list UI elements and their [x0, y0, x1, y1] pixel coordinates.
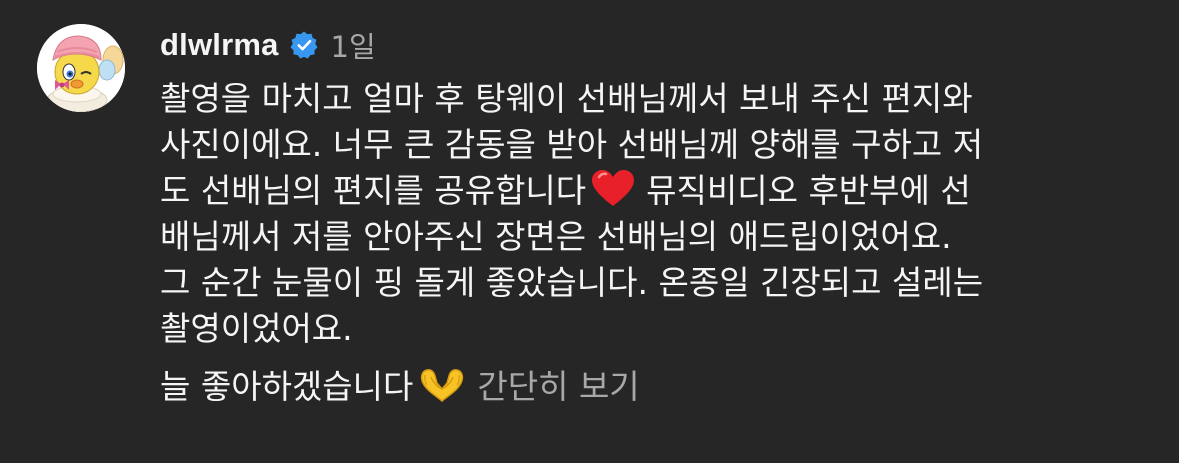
caption-closing-line: 늘 좋아하겠습니다 간단히 보기	[160, 364, 1160, 410]
caption-line: 그 순간 눈물이 핑 돌게 좋았습니다. 온종일 긴장되고 설레는	[160, 263, 984, 302]
comment-timestamp: 1일	[330, 30, 376, 64]
red-heart-icon	[590, 168, 636, 208]
caption-line: 사진이에요. 너무 큰 감동을 받아 선배님께 양해를 구하고 저	[160, 125, 984, 164]
heart-hands-icon	[417, 365, 467, 405]
username[interactable]: dlwlrma	[160, 27, 279, 63]
caption-line: 도 선배님의 편지를 공유합니다 뮤직비디오 후반부에 선	[160, 168, 1160, 214]
caption-line: 배님께서 저를 안아주신 장면은 선배님의 애드립이었어요.	[160, 217, 952, 256]
comment-header: dlwlrma 1일	[160, 22, 1160, 68]
avatar[interactable]	[37, 24, 125, 112]
caption-line: 촬영이었어요.	[160, 309, 353, 348]
caption-line: 촬영을 마치고 얼마 후 탕웨이 선배님께서 보내 주신 편지와	[160, 79, 973, 118]
show-less-link[interactable]: 간단히 보기	[477, 367, 639, 406]
comment: dlwlrma 1일 촬영을 마치고 얼마 후 탕웨이 선배님께서 보내 주신 …	[160, 22, 1160, 410]
caption-text: 뮤직비디오 후반부에 선	[646, 171, 971, 210]
caption-text: 늘 좋아하겠습니다	[160, 367, 414, 406]
caption-text: 도 선배님의 편지를 공유합니다	[160, 171, 587, 210]
tweety-bird-avatar-icon	[37, 24, 125, 112]
verified-badge-icon	[289, 30, 319, 60]
comment-caption: 촬영을 마치고 얼마 후 탕웨이 선배님께서 보내 주신 편지와 사진이에요. …	[160, 76, 1160, 352]
